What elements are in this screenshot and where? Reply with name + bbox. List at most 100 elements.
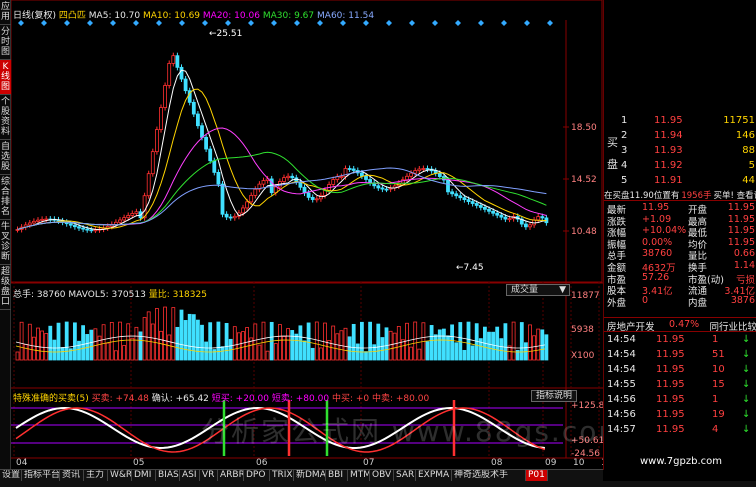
volume-bar (450, 324, 455, 361)
tick-price: 11.95 (656, 394, 685, 405)
left-tab-4[interactable]: 自选股 (0, 140, 11, 175)
volume-bar (40, 330, 45, 361)
indicator-tab-bar: 设置 指标平台 资讯 主力 W&R DMI BIAS ASI VR ARBR DPO TRIX 新DMA… (0, 469, 603, 481)
quote-info-row: 外盘 0 内盘 3876 (604, 294, 756, 309)
bottom-tab-19[interactable]: P01 (526, 470, 548, 481)
candle (183, 78, 188, 92)
candle (491, 210, 496, 214)
bottom-tab-1[interactable]: 指标平台 (22, 470, 60, 481)
candle (331, 179, 336, 185)
tick-row: 14:57 11.95 4 ↓ (604, 424, 756, 438)
candle (339, 176, 344, 178)
quote-info-row: 最新 11.95 开盘 11.95 (604, 202, 756, 216)
left-tab-2[interactable]: K线图 (0, 60, 11, 95)
volume-bar (429, 325, 434, 361)
volume-bar (191, 314, 196, 361)
bottom-tab-2[interactable]: 资讯 (60, 470, 84, 481)
volume-bar (257, 344, 262, 361)
volume-bar (134, 326, 139, 361)
order-book-row: 1 11.95 11751 (604, 115, 756, 130)
candle (159, 107, 163, 130)
bottom-tab-4[interactable]: W&R (108, 470, 132, 481)
bottom-tab-5[interactable]: DMI (132, 470, 156, 481)
volume-select[interactable]: 成交量 ▼ (506, 284, 570, 296)
order-book-level: 3 (621, 145, 628, 156)
candle (68, 223, 73, 226)
volume-bar (232, 326, 237, 361)
bottom-tab-13[interactable]: BBI (326, 470, 348, 481)
left-tab-5[interactable]: 综合排名 (0, 175, 11, 220)
bottom-tab-14[interactable]: MTM (348, 470, 370, 481)
arrow-down-icon: ↓ (742, 424, 751, 435)
indicator-short-buy: 短买: +20.00 (211, 394, 269, 404)
bottom-tab-7[interactable]: ASI (180, 470, 200, 481)
bottom-tab-0[interactable]: 设置 (0, 470, 22, 481)
candle (126, 215, 131, 219)
candle (146, 173, 151, 197)
low-annotation: ←7.45 (456, 263, 484, 273)
volume-total-label: 总手: 38760 (13, 290, 66, 300)
candle (224, 213, 229, 218)
volume-bar (503, 323, 508, 361)
indicator-axis-label: -24.56 (571, 449, 600, 459)
volume-bar (167, 334, 172, 361)
arrow-down-icon: ↓ (742, 409, 751, 420)
order-book-price: 11.91 (654, 175, 683, 186)
bottom-tab-9[interactable]: ARBR (218, 470, 244, 481)
candle (241, 207, 245, 214)
bottom-tab-15[interactable]: OBV (370, 470, 394, 481)
signal-diamond (432, 20, 438, 26)
bottom-tab-12[interactable]: 新DMA (294, 470, 326, 481)
signal-diamond (386, 20, 392, 26)
volume-bar (154, 308, 159, 361)
order-book-volume: 11751 (723, 115, 755, 126)
bottom-tab-17[interactable]: EXPMA (416, 470, 452, 481)
left-tab-7[interactable]: 超级盘口 (0, 265, 11, 310)
volume-bar (19, 321, 24, 361)
volume-select-value: 成交量 (511, 285, 539, 295)
left-tab-3[interactable]: 个股资料 (0, 95, 11, 140)
info-value: 3876 (730, 294, 755, 306)
left-tab-6[interactable]: 牛叉诊断 (0, 220, 11, 265)
bottom-tab-8[interactable]: VR (200, 470, 218, 481)
bottom-tab-16[interactable]: SAR (394, 470, 416, 481)
order-book-price: 11.95 (654, 115, 683, 126)
volume-bar (294, 333, 299, 361)
volume-axis-label: 5938 (571, 325, 594, 335)
bottom-tab-3[interactable]: 主力 (84, 470, 108, 481)
ma30-label: MA30: 9.67 (262, 11, 315, 21)
indicator-help-button[interactable]: 指标说明 (531, 390, 577, 402)
tick-price: 11.95 (656, 334, 685, 345)
high-annotation: ←25.51 (209, 29, 242, 39)
candle (253, 188, 258, 196)
volume-bar (146, 311, 151, 361)
kline-chart-area[interactable]: 040506070809101118.5014.5210.48←25.51←7.… (10, 0, 626, 470)
volume-bar (495, 326, 500, 361)
bottom-tab-6[interactable]: BIAS (156, 470, 180, 481)
notice-left: 在买盘11.90位置有 (604, 191, 680, 200)
volume-bar (36, 327, 40, 361)
volume-bar (359, 321, 364, 361)
volume-bar (380, 337, 385, 361)
order-notice[interactable]: 在买盘11.90位置有1956手买单! 查看详情 (604, 189, 756, 200)
arrow-down-icon: ↓ (742, 364, 751, 375)
tick-row: 14:54 11.95 10 ↓ (604, 364, 756, 378)
order-book-level: 5 (621, 175, 628, 186)
bottom-tab-18[interactable]: 神奇选股术手 (452, 470, 526, 481)
candle (249, 195, 254, 203)
left-tab-0[interactable]: 应用 (0, 0, 11, 25)
ma-line (17, 167, 547, 230)
candle (175, 55, 180, 68)
order-book-row: 4 11.92 5 (604, 160, 756, 175)
bottom-tab-10[interactable]: DPO (244, 470, 270, 481)
tick-price: 11.95 (656, 364, 685, 375)
ma-line (17, 88, 547, 230)
info-value: 11.95 (727, 213, 755, 225)
candle (228, 216, 233, 219)
left-tab-1[interactable]: 分时图 (0, 25, 11, 60)
volume-bar (44, 333, 49, 361)
sector-row[interactable]: 房地产开发 0.47% 同行业比较 (604, 319, 756, 333)
candle (499, 214, 504, 218)
bottom-tab-11[interactable]: TRIX (270, 470, 294, 481)
volume-bar (101, 324, 106, 361)
